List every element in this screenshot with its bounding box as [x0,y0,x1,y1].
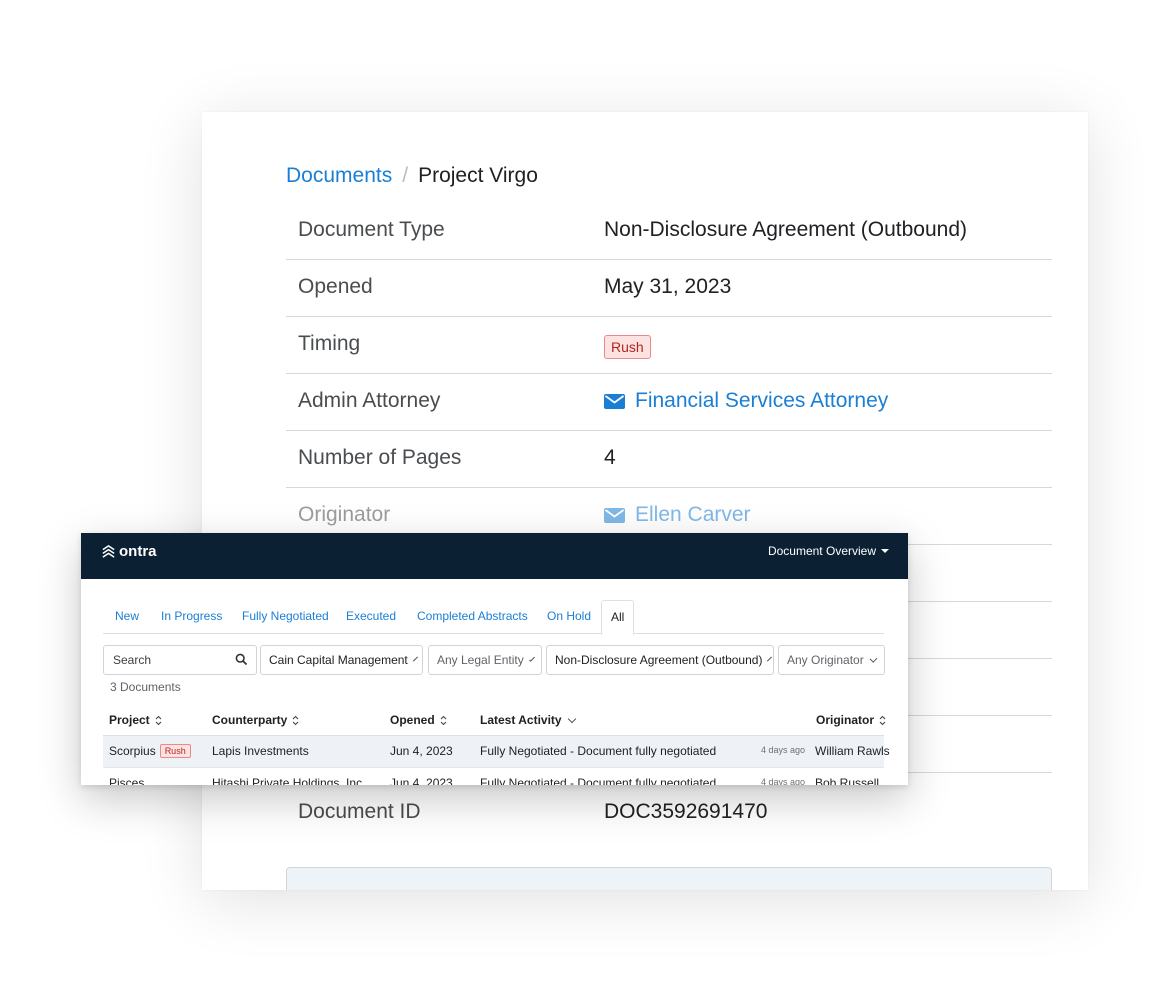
filter-bar: Cain Capital Management Any Legal Entity… [103,645,893,677]
column-header-opened[interactable]: Opened [390,713,447,727]
opened-cell: Jun 4, 2023 [390,776,453,785]
counterparty-cell: Hitashi Private Holdings, Inc. [212,776,366,785]
chevron-down-icon [767,656,773,661]
tab-in-progress[interactable]: In Progress [161,600,222,633]
document-count: 3 Documents [110,680,181,694]
opened-cell: Jun 4, 2023 [390,744,453,758]
top-navbar: ontra Document Overview [81,533,908,579]
originator-select-value: Any Originator [787,653,864,667]
detail-label: Document ID [298,800,421,823]
mail-icon [604,507,625,523]
detail-label: Admin Attorney [298,389,441,412]
company-select[interactable]: Cain Capital Management [260,645,423,675]
legal-entity-select[interactable]: Any Legal Entity [428,645,542,675]
chevron-down-icon [567,714,576,723]
sort-icon [440,715,447,725]
activity-age: 4 days ago [761,745,806,755]
ontra-logo-icon [102,544,115,558]
document-list-window: ontra Document Overview New In Progress … [81,533,908,785]
caret-down-icon [881,549,889,553]
originator-select[interactable]: Any Originator [778,645,885,675]
originator-cell: Bob Russell [815,776,880,785]
ontra-logo[interactable]: ontra [101,543,157,560]
document-type-select-value: Non-Disclosure Agreement (Outbound) [555,653,763,667]
tab-completed-abstracts[interactable]: Completed Abstracts [417,600,528,633]
column-header-counterparty[interactable]: Counterparty [212,713,299,727]
originator-cell: William Rawls [815,744,890,758]
sort-icon [292,715,299,725]
legal-entity-select-value: Any Legal Entity [437,653,524,667]
detail-row-opened: Opened May 31, 2023 [286,260,1052,317]
mail-icon [604,393,625,409]
company-select-value: Cain Capital Management [269,653,408,667]
column-header-label: Originator [816,713,875,727]
column-header-originator[interactable]: Originator [816,713,886,727]
chevron-down-icon [412,656,418,661]
rush-badge: Rush [604,335,651,359]
search-icon [235,653,248,666]
project-cell: Scorpius Rush [109,744,191,758]
detail-row-admin-attorney: Admin Attorney Financial Services Attorn… [286,374,1052,431]
bottom-panel [286,867,1052,890]
column-header-label: Latest Activity [480,713,562,727]
project-name: Scorpius [109,744,156,758]
tab-new[interactable]: New [115,600,139,633]
documents-table: Project Counterparty Opened Latest Activ… [103,705,890,785]
breadcrumb-documents-link[interactable]: Documents [286,164,392,187]
detail-label: Timing [298,332,361,355]
view-menu-label: Document Overview [767,544,876,558]
breadcrumb: Documents / Project Virgo [286,164,538,188]
detail-label: Document Type [298,218,445,241]
tab-on-hold[interactable]: On Hold [547,600,591,633]
tab-executed[interactable]: Executed [346,600,396,633]
table-header: Project Counterparty Opened Latest Activ… [103,705,886,736]
detail-label: Opened [298,275,373,298]
sort-icon [879,715,886,725]
detail-row-timing: Timing Rush [286,317,1052,374]
document-type-select[interactable]: Non-Disclosure Agreement (Outbound) [546,645,774,675]
breadcrumb-separator: / [402,164,409,187]
breadcrumb-current: Project Virgo [418,164,538,187]
column-header-latest-activity[interactable]: Latest Activity [480,713,576,727]
column-header-label: Counterparty [212,713,288,727]
detail-row-document-type: Document Type Non-Disclosure Agreement (… [286,203,1052,260]
detail-value: May 31, 2023 [604,275,732,298]
sort-icon [155,715,162,725]
detail-value: Non-Disclosure Agreement (Outbound) [604,218,968,241]
project-cell: Pisces [109,776,145,785]
admin-attorney-name: Financial Services Attorney [635,389,889,412]
column-header-label: Opened [390,713,435,727]
chevron-down-icon [869,654,878,663]
search-input[interactable] [103,645,257,675]
counterparty-cell: Lapis Investments [212,744,309,758]
table-row[interactable]: Scorpius Rush Lapis Investments Jun 4, 20… [103,736,890,768]
column-header-label: Project [109,713,150,727]
admin-attorney-link[interactable]: Financial Services Attorney [604,389,888,413]
column-header-project[interactable]: Project [109,713,162,727]
activity-cell: Fully Negotiated - Document fully negoti… [480,744,717,758]
rush-badge: Rush [159,744,191,758]
document-overview-menu[interactable]: Document Overview [768,544,889,558]
detail-row-number-of-pages: Number of Pages 4 [286,431,1052,488]
detail-label: Originator [298,503,391,526]
status-tabs: New In Progress Fully Negotiated Execute… [103,600,884,635]
table-row[interactable]: Pisces Hitashi Private Holdings, Inc. Ju… [103,768,884,785]
detail-value: 4 [604,446,616,469]
tab-all[interactable]: All [601,600,635,635]
activity-age: 4 days ago [761,777,806,785]
activity-cell: Fully Negotiated - Document fully negoti… [480,776,717,785]
detail-value-wrapper: Rush [604,332,651,359]
originator-name: Ellen Carver [635,503,751,526]
tab-fully-negotiated[interactable]: Fully Negotiated [242,600,329,633]
detail-label: Number of Pages [298,446,462,469]
logo-text: ontra [119,543,157,560]
chevron-down-icon [528,655,535,662]
originator-link[interactable]: Ellen Carver [604,503,751,527]
document-id-value: DOC3592691470 [604,800,768,823]
